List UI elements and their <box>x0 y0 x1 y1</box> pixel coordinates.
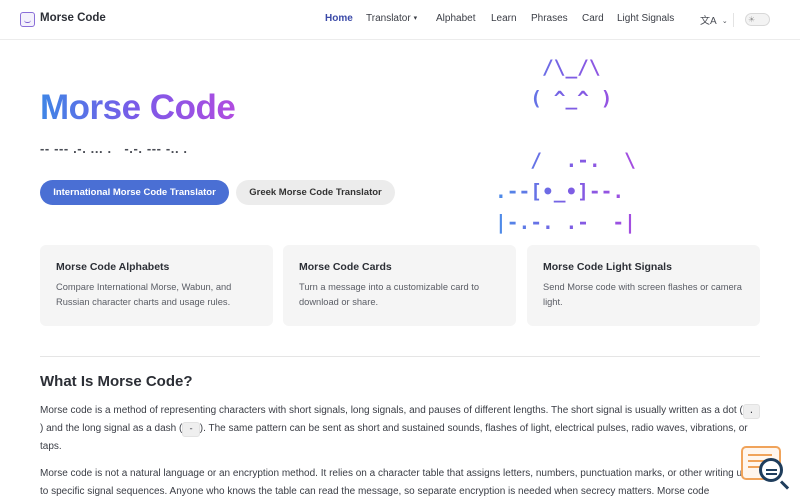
nav-alphabet[interactable]: Alphabet <box>436 13 475 24</box>
nav-learn[interactable]: Learn <box>491 13 517 24</box>
card-description: Turn a message into a customizable card … <box>299 282 479 307</box>
translate-icon: 文A <box>700 16 717 27</box>
nav-translator-label: Translator <box>366 13 411 24</box>
card-title: Morse Code Cards <box>299 261 392 273</box>
card-title: Morse Code Alphabets <box>56 261 170 273</box>
nav-phrases[interactable]: Phrases <box>531 13 568 24</box>
international-translator-button[interactable]: International Morse Code Translator <box>40 180 229 205</box>
nav-translator[interactable]: Translator ▾ <box>366 13 417 24</box>
chevron-down-icon: ⌄ <box>721 18 728 25</box>
dot-code: . <box>742 404 761 419</box>
paragraph-text: Morse code is a method of representing c… <box>40 405 743 416</box>
greek-translator-button[interactable]: Greek Morse Code Translator <box>236 180 395 205</box>
nav-light-signals[interactable]: Light Signals <box>617 13 674 24</box>
hero-morse-text: -- --- .-. ... . -.-. --- -.. . <box>40 141 188 156</box>
card-light-signals[interactable]: Morse Code Light Signals Send Morse code… <box>527 245 760 326</box>
dash-code: - <box>182 422 200 437</box>
top-navbar: Morse Code Home Translator ▾ Alphabet Lea… <box>0 0 800 40</box>
search-help-widget[interactable] <box>741 446 789 492</box>
paragraph-text: ) and the long signal as a dash ( <box>40 423 183 434</box>
sun-icon: ☀ <box>748 15 756 24</box>
language-switcher[interactable]: 文A ⌄ <box>700 12 728 27</box>
card-title: Morse Code Light Signals <box>543 261 672 273</box>
hero-title: Morse Code <box>40 88 236 127</box>
card-description: Compare International Morse, Wabun, and … <box>56 282 232 307</box>
article-paragraph-1: Morse code is a method of representing c… <box>40 402 762 456</box>
section-heading: What Is Morse Code? <box>40 373 193 390</box>
card-cards[interactable]: Morse Code Cards Turn a message into a c… <box>283 245 516 326</box>
section-divider <box>40 356 760 357</box>
card-alphabets[interactable]: Morse Code Alphabets Compare Internation… <box>40 245 273 326</box>
logo-icon[interactable] <box>20 12 35 27</box>
nav-card[interactable]: Card <box>582 13 604 24</box>
chevron-down-icon: ▾ <box>413 15 418 22</box>
article-paragraph-2: Morse code is not a natural language or … <box>40 468 758 497</box>
ascii-cat-illustration: /\_/\ ( ^_^ ) / .-. \ .--[•_•]--. |-.-. … <box>495 52 636 238</box>
nav-home[interactable]: Home <box>325 13 353 24</box>
theme-toggle[interactable]: ☀ <box>745 13 770 26</box>
card-description: Send Morse code with screen flashes or c… <box>543 282 742 307</box>
brand-name[interactable]: Morse Code <box>40 12 106 24</box>
nav-divider <box>733 13 734 27</box>
magnifier-icon <box>759 458 783 482</box>
